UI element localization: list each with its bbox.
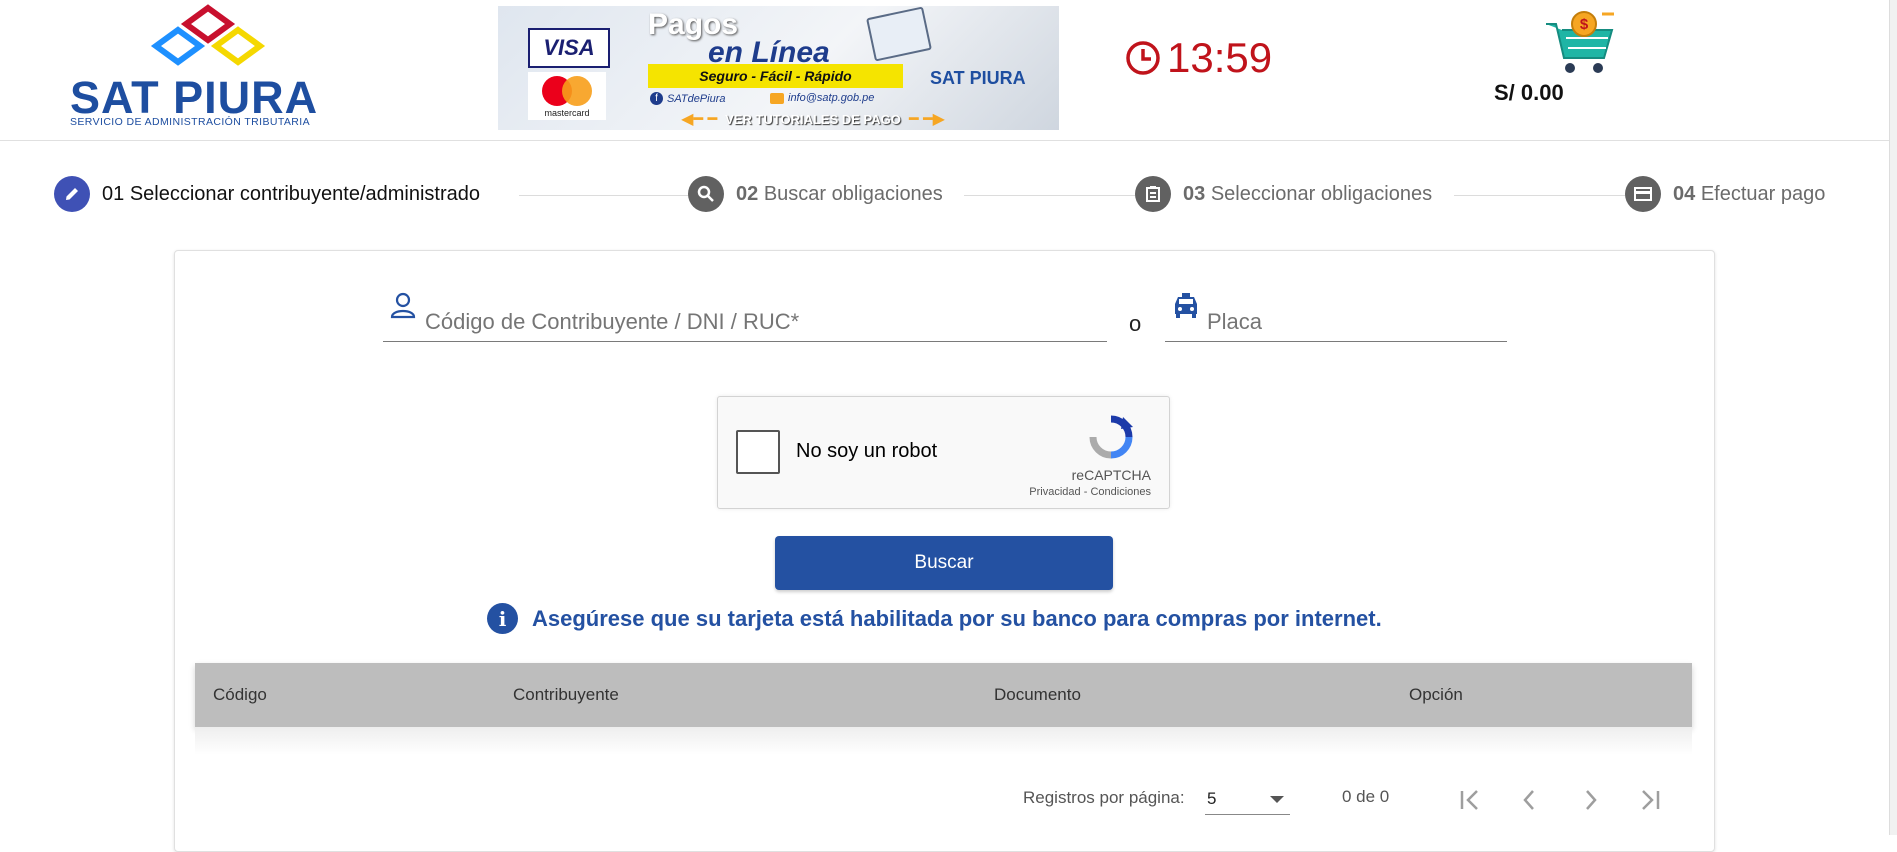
stepper: 01 Seleccionar contribuyente/administrad… [54, 176, 1834, 216]
first-page-button[interactable] [1453, 782, 1489, 818]
step-label: 01 Seleccionar contribuyente/administrad… [102, 182, 481, 205]
recaptcha-checkbox[interactable] [736, 430, 780, 474]
recaptcha-logo-icon [1089, 415, 1133, 459]
banner-facebook: f SATdePiura [650, 92, 726, 105]
sat-piura-logo[interactable]: SAT PIURA SERVICIO DE ADMINISTRACIÓN TRI… [68, 4, 388, 129]
step-label: 02 Buscar obligaciones [736, 182, 943, 205]
list-icon [1135, 176, 1171, 212]
paginator: Registros por página: 5 0 de 0 [175, 776, 1714, 826]
column-codigo[interactable]: Código [213, 685, 267, 705]
column-opcion[interactable]: Opción [1409, 685, 1463, 705]
column-contribuyente[interactable]: Contribuyente [513, 685, 619, 705]
session-timer: 13:59 [1125, 34, 1272, 82]
page-range: 0 de 0 [1342, 787, 1390, 806]
privacy-link[interactable]: Privacidad [1029, 486, 1080, 498]
results-table-body [195, 727, 1692, 755]
person-icon [389, 291, 417, 326]
banner-laptop-icon [866, 6, 932, 62]
credit-card-icon [1625, 176, 1661, 212]
notice-text: Asegúrese que su tarjeta está habilitada… [532, 605, 1382, 631]
step-connector [519, 195, 689, 196]
facebook-icon: f [650, 92, 663, 105]
banner-tagline: Seguro - Fácil - Rápido [648, 64, 903, 88]
banner-tutorials: ◀━ ━ VER TUTORIALES DE PAGO ━ ━▶ [681, 111, 945, 128]
plate-field[interactable]: Placa [1165, 291, 1507, 342]
page-size-value: 5 [1207, 789, 1217, 808]
header: SAT PIURA SERVICIO DE ADMINISTRACIÓN TRI… [0, 0, 1890, 141]
banner-email: info@satp.gob.pe [770, 92, 874, 104]
cart-total: S/ 0.00 [1494, 80, 1564, 105]
visa-logo: VISA [528, 28, 610, 68]
recaptcha-widget: No soy un robot reCAPTCHA Privacidad - C… [717, 396, 1170, 509]
step-label: 04 Efectuar pago [1673, 182, 1826, 205]
banner-brand: SAT PIURA [930, 68, 1026, 88]
step-connector [1454, 195, 1639, 196]
step-label: 03 Seleccionar obligaciones [1183, 182, 1433, 205]
pencil-icon [54, 176, 90, 212]
next-page-button[interactable] [1572, 782, 1608, 818]
or-separator: o [1129, 311, 1142, 336]
search-icon [688, 176, 724, 212]
chevron-right-icon [1586, 790, 1597, 810]
last-page-button[interactable] [1631, 782, 1667, 818]
search-button[interactable]: Buscar [775, 536, 1113, 590]
clock-icon [1126, 41, 1160, 75]
page-size-select[interactable]: 5 [1205, 784, 1290, 815]
card-enabled-notice: i Asegúrese que su tarjeta está habilita… [487, 603, 1382, 634]
chevron-left-icon [1523, 790, 1534, 810]
info-icon: i [487, 603, 518, 634]
last-page-icon [1642, 790, 1660, 810]
chevron-down-icon [1270, 796, 1284, 803]
mastercard-logo: mastercard [528, 72, 606, 120]
taxi-icon [1171, 291, 1201, 326]
logo-subtitle: SERVICIO DE ADMINISTRACIÓN TRIBUTARIA [70, 116, 311, 128]
cart-badge: $ [1579, 16, 1589, 33]
page-scrollbar[interactable] [1889, 0, 1897, 835]
results-table-header: Código Contribuyente Documento Opción [195, 663, 1692, 727]
logo-diamonds-icon [150, 4, 266, 66]
taxpayer-code-field[interactable]: Código de Contribuyente / DNI / RUC* [383, 291, 1107, 342]
plate-placeholder: Placa [1207, 309, 1263, 334]
column-documento[interactable]: Documento [994, 685, 1081, 705]
step-search-obligations[interactable]: 02 Buscar obligaciones [688, 176, 943, 212]
recaptcha-brand: reCAPTCHA [1071, 467, 1151, 483]
taxpayer-code-placeholder: Código de Contribuyente / DNI / RUC* [425, 309, 800, 334]
search-card: Código de Contribuyente / DNI / RUC* o P… [174, 250, 1715, 852]
payment-banner[interactable]: VISA mastercard Pagos en Línea Seguro - … [498, 6, 1059, 130]
step-select-taxpayer[interactable]: 01 Seleccionar contribuyente/administrad… [54, 176, 480, 212]
email-icon [770, 92, 784, 104]
step-select-obligations[interactable]: 03 Seleccionar obligaciones [1135, 176, 1432, 212]
previous-page-button[interactable] [1512, 782, 1548, 818]
step-make-payment[interactable]: 04 Efectuar pago [1625, 176, 1825, 212]
recaptcha-label: No soy un robot [796, 440, 938, 462]
first-page-icon [1460, 790, 1478, 810]
recaptcha-links: Privacidad - Condiciones [1029, 486, 1151, 498]
terms-link[interactable]: Condiciones [1090, 486, 1151, 498]
timer-value: 13:59 [1167, 34, 1273, 81]
step-connector [964, 195, 1164, 196]
page-size-label: Registros por página: [1023, 788, 1185, 807]
